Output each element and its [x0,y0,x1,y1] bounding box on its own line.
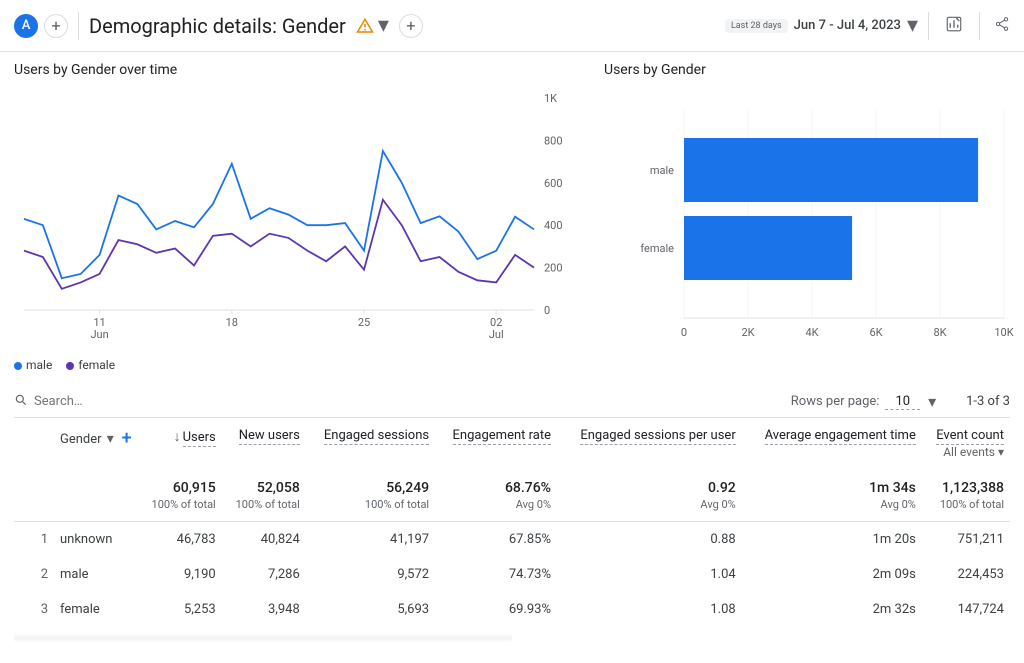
metric-cell: 9,190 [138,557,222,592]
svg-text:10K: 10K [994,326,1013,339]
dimension-value[interactable]: female [54,592,138,627]
legend: male female [14,352,584,372]
total-cell: 60,915100% of total [138,470,222,522]
column-header[interactable]: Average engagement time [742,418,922,470]
column-header[interactable]: Engaged sessions [306,418,435,470]
metric-cell: 1.04 [557,557,742,592]
metric-cell: 69.93% [435,592,557,627]
search-input[interactable] [28,390,791,413]
metric-cell: 2m 09s [742,557,922,592]
metric-cell: 7,286 [222,557,306,592]
svg-text:400: 400 [544,219,563,232]
total-cell: 0.92Avg 0% [557,470,742,522]
metric-cell: 147,724 [922,592,1010,627]
svg-text:2K: 2K [741,326,754,339]
metric-cell: 5,253 [138,592,222,627]
metric-cell: 3,948 [222,592,306,627]
rows-per-page-value[interactable]: 10 [885,394,920,410]
metric-cell: 2m 32s [742,592,922,627]
svg-text:18: 18 [226,316,238,329]
column-header[interactable]: New users [222,418,306,470]
bar-chart-card: Users by Gender 0 2K 4K 6K 8K 10K male female [604,62,1024,372]
total-cell: 68.76%Avg 0% [435,470,557,522]
total-cell: 56,249100% of total [306,470,435,522]
total-cell: 52,058100% of total [222,470,306,522]
row-index: 3 [14,592,54,627]
line-chart-card: Users by Gender over time 0 200 400 600 800 1… [14,62,584,372]
metric-cell: 67.85% [435,522,557,558]
svg-text:25: 25 [358,316,370,329]
rpp-dropdown-icon[interactable]: ▾ [928,392,936,411]
table-row[interactable]: 3female5,2533,9485,69369.93%1.082m 32s14… [14,592,1010,627]
title-dropdown-icon[interactable]: ▾ [378,13,389,38]
svg-text:800: 800 [544,134,563,147]
search-icon [14,393,28,411]
total-cell: 1,123,388100% of total [922,470,1010,522]
divider [979,12,980,40]
column-header[interactable]: Engaged sessions per user [557,418,742,470]
column-header[interactable]: Engagement rate [435,418,557,470]
svg-text:male: male [650,164,674,177]
svg-text:female: female [640,242,674,255]
warning-icon[interactable] [354,15,376,37]
line-chart[interactable]: 02004006008001K11Jun182502Jul [14,88,584,348]
svg-text:600: 600 [544,177,563,190]
segment-bubble[interactable]: A [14,14,38,38]
table-row[interactable]: 1unknown46,78340,82441,19767.85%0.881m 2… [14,522,1010,558]
data-table: Gender ▾ + ↓UsersNew usersEngaged sessio… [14,418,1010,627]
customize-icon[interactable] [939,15,969,37]
metric-cell: 74.73% [435,557,557,592]
row-index: 1 [14,522,54,558]
legend-male: male [26,358,52,372]
line-chart-title: Users by Gender over time [14,62,584,78]
legend-female: female [78,358,115,372]
svg-text:8K: 8K [933,326,946,339]
metric-cell: 1.08 [557,592,742,627]
bar-chart-title: Users by Gender [604,62,1024,78]
report-header: A + Demographic details: Gender ▾ + Last… [0,0,1024,52]
metric-cell: 751,211 [922,522,1010,558]
page-title: Demographic details: Gender [89,14,346,38]
metric-cell: 0.88 [557,522,742,558]
svg-text:4K: 4K [805,326,818,339]
metric-cell: 224,453 [922,557,1010,592]
column-header[interactable]: ↓Users [138,418,222,470]
date-range-pill: Last 28 days [725,19,788,33]
divider [928,12,929,40]
rows-per-page-label: Rows per page: [791,394,880,409]
dimension-value[interactable]: male [54,557,138,592]
total-cell: 1m 34sAvg 0% [742,470,922,522]
row-index: 2 [14,557,54,592]
metric-cell: 41,197 [306,522,435,558]
svg-text:200: 200 [544,262,563,275]
svg-text:0: 0 [544,304,550,317]
metric-cell: 5,693 [306,592,435,627]
bar-chart[interactable]: 0 2K 4K 6K 8K 10K male female [604,88,1024,348]
add-dimension-button[interactable]: + [122,428,132,449]
pagination-range: 1-3 of 3 [966,394,1010,409]
metric-cell: 9,572 [306,557,435,592]
divider [78,12,79,40]
date-range-label[interactable]: Jun 7 - Jul 4, 2023 [794,18,901,33]
svg-text:Jun: Jun [90,328,108,341]
share-icon[interactable] [990,16,1010,36]
svg-text:0: 0 [681,326,687,339]
svg-text:6K: 6K [869,326,882,339]
dimension-value[interactable]: unknown [54,522,138,558]
column-header[interactable]: Event countAll events ▾ [922,418,1010,470]
svg-text:Jul: Jul [489,328,504,341]
add-comparison-button[interactable]: + [399,14,423,38]
svg-text:1K: 1K [544,92,557,105]
add-segment-button[interactable]: + [44,14,68,38]
dimension-dropdown-icon[interactable]: ▾ [107,431,114,447]
dimension-header[interactable]: Gender [60,432,102,447]
date-dropdown-icon[interactable]: ▾ [907,13,918,38]
metric-cell: 40,824 [222,522,306,558]
table-row[interactable]: 2male9,1907,2869,57274.73%1.042m 09s224,… [14,557,1010,592]
metric-cell: 1m 20s [742,522,922,558]
metric-cell: 46,783 [138,522,222,558]
